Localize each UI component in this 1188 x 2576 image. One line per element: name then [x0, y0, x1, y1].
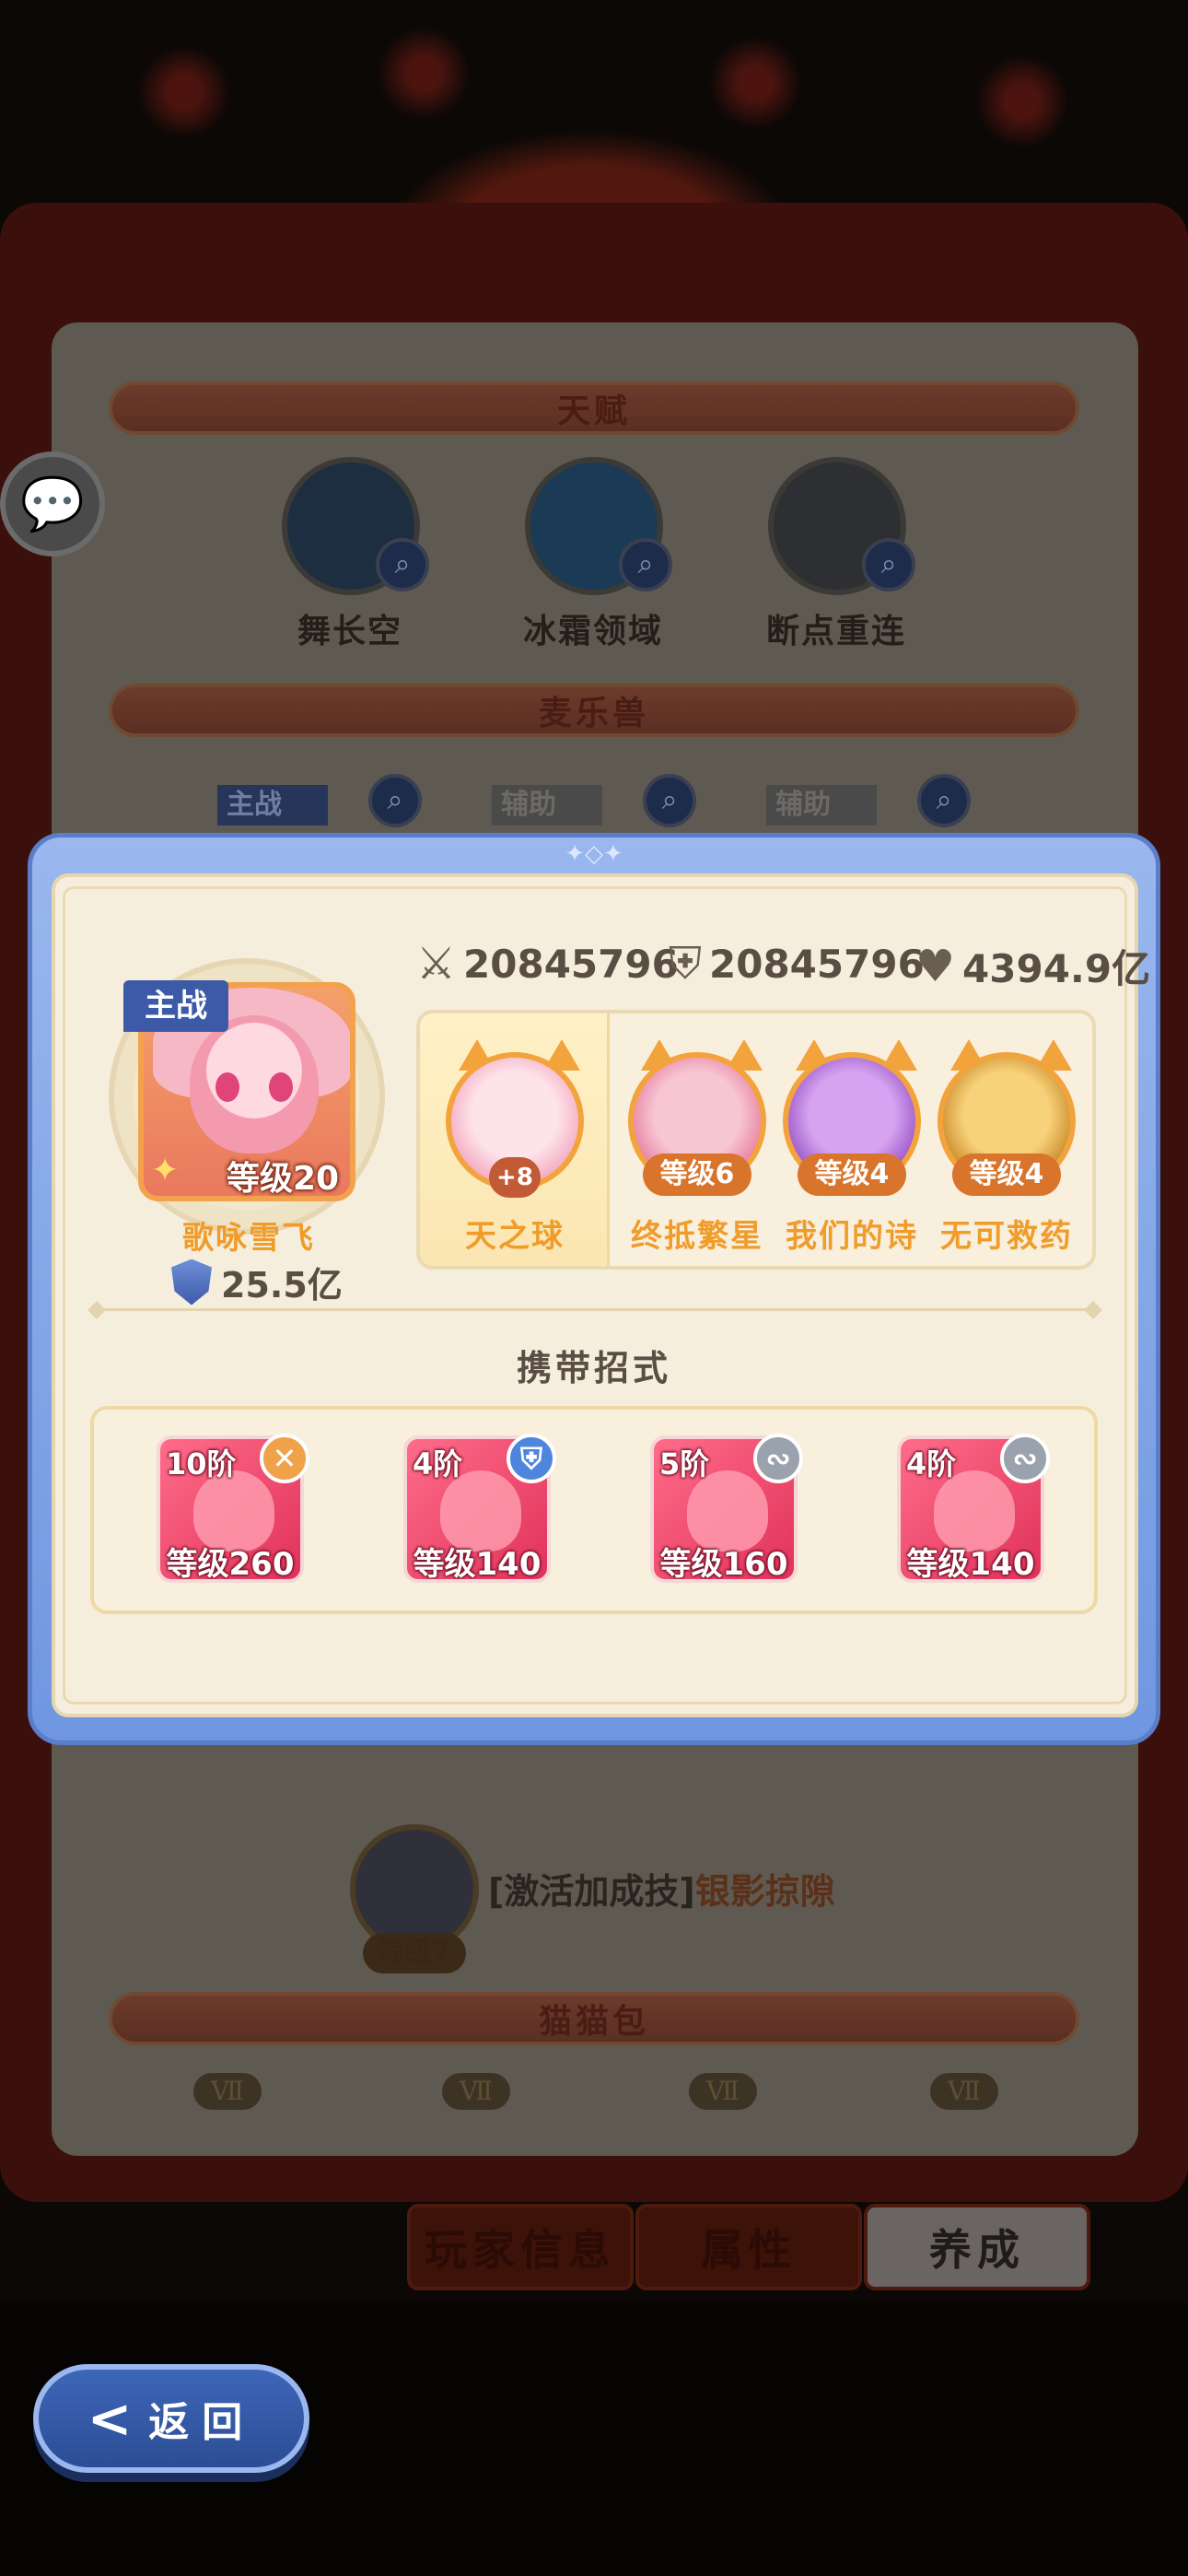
crossed-swords-icon: ⚔ [416, 938, 457, 989]
chat-button[interactable]: 💬 [0, 451, 105, 556]
skill-tier: 4阶 [413, 1446, 463, 1481]
magnifier-icon[interactable]: ⌕ [376, 538, 429, 591]
pet-slot-support-tag: 辅助 [492, 785, 602, 825]
pet-name: 天之球 [465, 1218, 565, 1255]
hero-power-value: 25.5亿 [221, 1265, 343, 1306]
magnifier-icon[interactable]: ⌕ [862, 538, 915, 591]
skill-tier: 5阶 [659, 1446, 710, 1481]
section-title: 天赋 [556, 392, 631, 430]
pet-slot-main-tag: 主战 [217, 785, 328, 825]
shield-badge-icon: ⛨ [507, 1434, 556, 1483]
hero-face [190, 1015, 319, 1153]
tab-player-info[interactable]: 玩家信息 [407, 2204, 634, 2290]
pack-section-header: 猫猫包 [109, 1992, 1079, 2045]
star-icon: ✦ [151, 1152, 180, 1189]
talent-label: 舞长空 [297, 613, 402, 650]
bonus-skill-prefix: [激活加成技] [488, 1871, 695, 1912]
main-battle-tag: 主战 [123, 980, 228, 1032]
swirl-badge-icon: ∾ [1000, 1434, 1050, 1483]
skill-level: 等级140 [413, 1546, 542, 1583]
pet-slot-support-tag: 辅助 [766, 785, 877, 825]
hero-name: 歌咏雪飞 [182, 1220, 315, 1257]
chat-bubbles-icon: 💬 [20, 474, 85, 534]
pet-level-badge: 等级4 [952, 1153, 1061, 1196]
hp-value: 4394.9亿 [962, 946, 1151, 991]
pack-tier-badge: Ⅶ [689, 2073, 757, 2110]
pet-name: 我们的诗 [786, 1218, 918, 1255]
talent-section-header: 天赋 [109, 381, 1079, 435]
attack-stat: ⚔ 20845796 [416, 938, 679, 989]
bonus-skill-name: 银影掠隙 [694, 1871, 835, 1912]
back-arrow-icon: < [87, 2387, 133, 2450]
back-button[interactable]: < 返回 [33, 2364, 309, 2473]
talent-label: 冰霜领域 [522, 613, 663, 650]
bonus-skill-text: [激活加成技]银影掠隙 [488, 1863, 835, 1914]
skill-level: 等级160 [659, 1546, 788, 1583]
firework-decoration [967, 46, 1077, 157]
magnifier-icon[interactable]: ⌕ [643, 774, 696, 827]
pack-tier-badge: Ⅶ [930, 2073, 998, 2110]
pack-tier-badge: Ⅶ [442, 2073, 510, 2110]
defense-value: 20845796 [709, 942, 925, 987]
hp-stat: ♥ 4394.9亿 [915, 938, 1150, 994]
skill-tier: 4阶 [906, 1446, 957, 1481]
section-title: 麦乐兽 [538, 695, 649, 732]
magnifier-icon[interactable]: ⌕ [917, 774, 971, 827]
pet-name: 终抵繁星 [631, 1218, 763, 1255]
skill-level: 等级260 [166, 1546, 295, 1583]
pet-level-badge: 等级6 [643, 1153, 751, 1196]
magnifier-icon[interactable]: ⌕ [619, 538, 672, 591]
firework-decoration [129, 37, 239, 147]
tab-cultivation[interactable]: 养成 [864, 2204, 1090, 2290]
shield-icon: ⛨ [669, 938, 703, 989]
section-title: 猫猫包 [538, 2003, 649, 2041]
tab-attributes[interactable]: 属性 [635, 2204, 862, 2290]
defense-stat: ⛨ 20845796 [669, 938, 925, 990]
skills-title: 携带招式 [516, 1348, 671, 1388]
hero-level: 等级20 [227, 1160, 340, 1198]
divider [96, 1308, 1092, 1311]
x-badge-icon: ✕ [260, 1434, 309, 1483]
skill-tier: 10阶 [166, 1446, 237, 1481]
hero-power: 25.5亿 [171, 1257, 343, 1307]
skill-level: 等级140 [906, 1546, 1035, 1583]
attack-value: 20845796 [463, 941, 679, 987]
power-shield-icon [171, 1259, 212, 1306]
pet-name: 无可救药 [940, 1218, 1073, 1255]
pack-tier-badge: Ⅶ [193, 2073, 262, 2110]
heart-icon: ♥ [915, 940, 956, 992]
talent-label: 断点重连 [765, 613, 906, 650]
magnifier-icon[interactable]: ⌕ [368, 774, 422, 827]
pet-level-badge: 等级4 [798, 1153, 906, 1196]
pet-star-plus-badge: +8 [489, 1157, 541, 1198]
hero-eye [269, 1072, 293, 1102]
back-button-label: 返回 [148, 2399, 256, 2446]
popup-ornament: ✦◇✦ [565, 840, 623, 868]
hero-eye [215, 1072, 239, 1102]
pets-section-header: 麦乐兽 [109, 684, 1079, 737]
bonus-skill-level: 等级7 [363, 1933, 466, 1973]
swirl-badge-icon: ∾ [753, 1434, 803, 1483]
